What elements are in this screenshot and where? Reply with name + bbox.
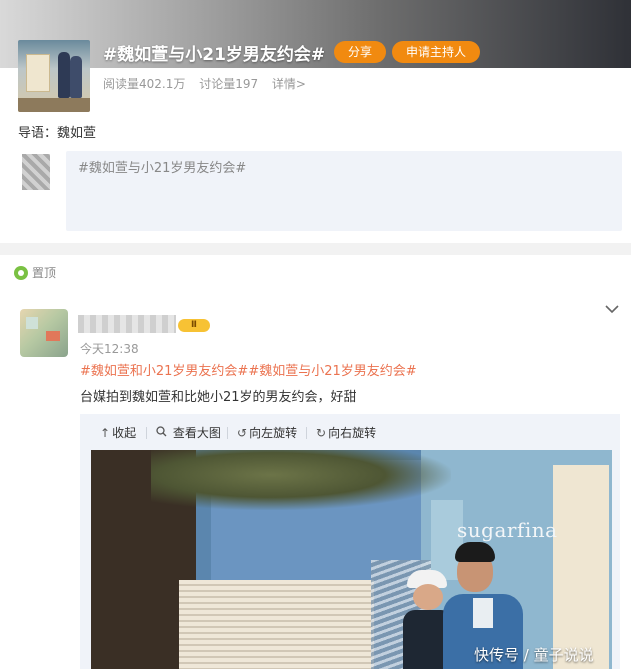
- topic-cover-image[interactable]: [18, 40, 90, 112]
- toolbar-divider: [227, 427, 228, 439]
- photo-face: [413, 584, 443, 610]
- topic-stats: 阅读量402.1万 讨论量197 详情>: [103, 75, 316, 92]
- current-user-avatar: [22, 154, 50, 190]
- apply-host-button[interactable]: 申请主持人: [392, 41, 480, 63]
- source-watermark: 快传号 / 童子说说: [474, 646, 594, 664]
- vip-badge: Ⅱ: [178, 319, 210, 332]
- photo-shutter: [179, 580, 374, 669]
- cover-person-1: [58, 52, 70, 98]
- cover-shelf: [26, 54, 50, 92]
- photo-shirt: [473, 598, 493, 628]
- discussion-count: 讨论量197: [199, 77, 259, 91]
- rotate-left-button[interactable]: ↺ 向左旋转: [237, 424, 297, 441]
- rotate-right-label: 向右旋转: [328, 426, 377, 440]
- view-large-label: 查看大图: [172, 426, 221, 440]
- post-text: 台媒拍到魏如萱和比她小21岁的男友约会，好甜: [80, 390, 357, 405]
- collapse-label: 收起: [112, 426, 137, 440]
- post-time[interactable]: 今天12:38: [80, 340, 139, 357]
- post-composer-input[interactable]: #魏如萱与小21岁男友约会#: [66, 151, 622, 231]
- post-photo[interactable]: sugarfina: [91, 450, 612, 669]
- pinned-label: 置顶: [14, 264, 56, 281]
- pinned-text: 置顶: [32, 266, 57, 280]
- post-hashtags[interactable]: #魏如萱和小21岁男友约会##魏如萱与小21岁男友约会#: [80, 360, 417, 379]
- pin-icon: [14, 266, 28, 280]
- cover-person-2: [70, 56, 82, 98]
- rotate-right-button[interactable]: ↻ 向右旋转: [316, 424, 376, 441]
- photo-hair: [455, 542, 495, 562]
- view-large-button[interactable]: 查看大图: [156, 424, 221, 441]
- collapse-arrow-icon: ↑: [100, 426, 111, 440]
- read-count: 阅读量402.1万: [103, 77, 186, 91]
- topic-title: #魏如萱与小21岁男友约会#: [103, 45, 326, 65]
- post-author-avatar[interactable]: [20, 309, 68, 357]
- collapse-button[interactable]: ↑ 收起: [100, 424, 136, 441]
- topic-guide: 导语：魏如萱: [18, 126, 97, 141]
- share-button[interactable]: 分享: [334, 41, 386, 63]
- photo-tree-leaves: [151, 450, 451, 510]
- post-author-name-blurred[interactable]: [78, 315, 176, 333]
- rotate-left-icon: ↺: [237, 426, 248, 440]
- rotate-left-label: 向左旋转: [249, 426, 298, 440]
- photo-store-sign: sugarfina: [457, 518, 558, 542]
- avatar-detail: [26, 317, 38, 329]
- photo-light-panel: [553, 465, 609, 669]
- toolbar-divider: [146, 427, 147, 439]
- chevron-down-icon[interactable]: [605, 302, 619, 318]
- section-divider: [0, 243, 631, 255]
- magnifier-icon: [156, 426, 171, 440]
- cover-floor: [18, 98, 90, 112]
- toolbar-divider: [306, 427, 307, 439]
- avatar-detail: [46, 331, 60, 341]
- details-link[interactable]: 详情>: [272, 77, 306, 91]
- rotate-right-icon: ↻: [316, 426, 327, 440]
